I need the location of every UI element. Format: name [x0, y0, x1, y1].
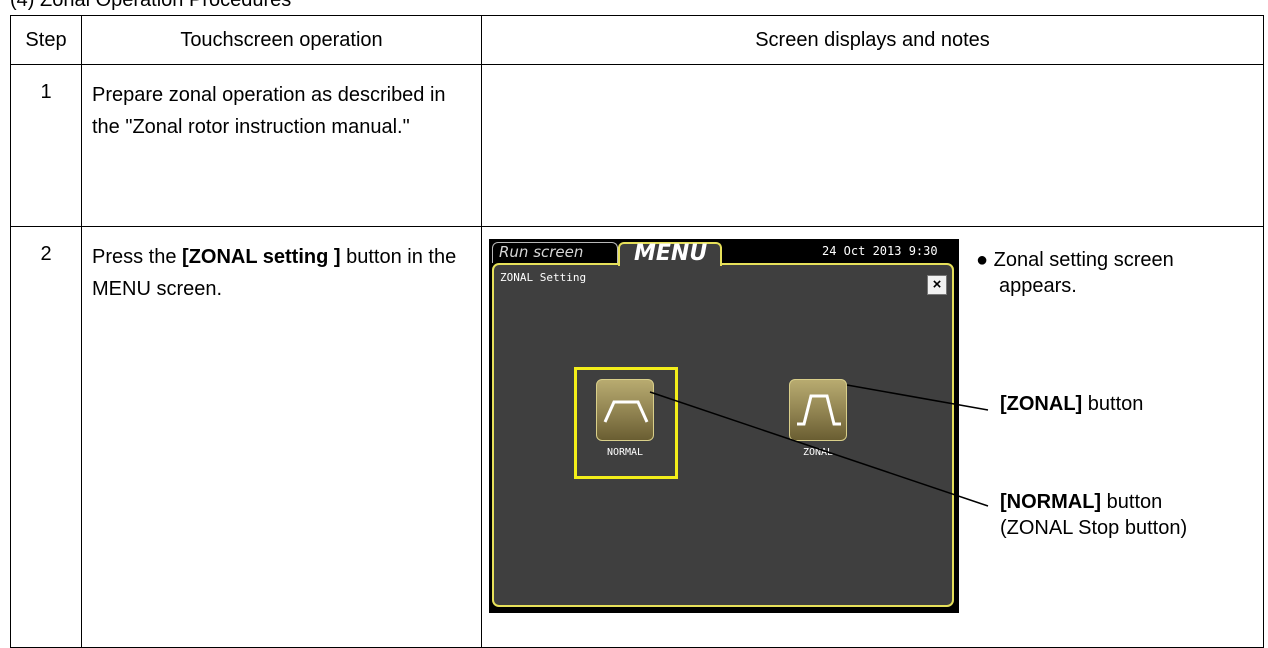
- normal-button-label: NORMAL: [606, 447, 644, 458]
- note-screen-appears: ● Zonal setting screen appears.: [976, 247, 1174, 299]
- normal-profile-icon: [603, 400, 649, 423]
- table-row: 1 Prepare zonal operation as described i…: [10, 64, 1264, 227]
- step-number: 2: [10, 226, 82, 648]
- zonal-setting-button-ref: [ZONAL setting ]: [182, 246, 341, 268]
- close-button[interactable]: ×: [927, 275, 947, 295]
- zonal-setting-panel: ZONAL Setting × NORMAL ZONAL: [492, 263, 954, 607]
- section-title: (4) Zonal Operation Procedures: [10, 0, 292, 11]
- device-screen: Run screen MENU 24 Oct 2013 9:30 ZONAL S…: [489, 239, 959, 613]
- zonal-button[interactable]: [789, 379, 847, 441]
- datetime-display: 24 Oct 2013 9:30: [822, 244, 938, 258]
- operation-prefix: Press the: [92, 246, 183, 268]
- notes-cell: Run screen MENU 24 Oct 2013 9:30 ZONAL S…: [481, 226, 1264, 648]
- operation-text: Prepare zonal operation as described in …: [81, 64, 482, 227]
- step-number: 1: [10, 64, 82, 227]
- zonal-button-label: ZONAL: [802, 447, 834, 458]
- bullet-icon: ●: [976, 249, 989, 271]
- notes-cell-empty: [481, 64, 1264, 227]
- note-zonal-button: [ZONAL] button: [1000, 391, 1143, 417]
- note-normal-button: [NORMAL] button (ZONAL Stop button): [1000, 489, 1187, 541]
- tab-run-screen[interactable]: Run screen: [492, 242, 618, 263]
- operation-text: Press the [ZONAL setting ] button in the…: [81, 226, 482, 648]
- zonal-profile-icon: [797, 394, 841, 426]
- header-step: Step: [10, 15, 82, 65]
- zonal-callout-text: button: [1082, 393, 1144, 415]
- header-notes: Screen displays and notes: [481, 15, 1264, 65]
- header-operation: Touchscreen operation: [81, 15, 482, 65]
- screen-title: ZONAL Setting: [500, 271, 587, 284]
- normal-callout-bold: [NORMAL]: [1000, 491, 1102, 513]
- normal-callout-text: button: [1101, 491, 1163, 513]
- note-line1: Zonal setting screen: [993, 249, 1174, 271]
- note-line2: appears.: [999, 275, 1077, 297]
- table-header-row: Step Touchscreen operation Screen displa…: [10, 15, 1264, 65]
- table-row: 2 Press the [ZONAL setting ] button in t…: [10, 226, 1264, 648]
- normal-button[interactable]: [596, 379, 654, 441]
- tab-menu[interactable]: MENU: [618, 242, 722, 266]
- normal-callout-line2: (ZONAL Stop button): [1000, 517, 1188, 539]
- procedure-table: Step Touchscreen operation Screen displa…: [10, 15, 1264, 648]
- zonal-callout-bold: [ZONAL]: [1000, 393, 1083, 415]
